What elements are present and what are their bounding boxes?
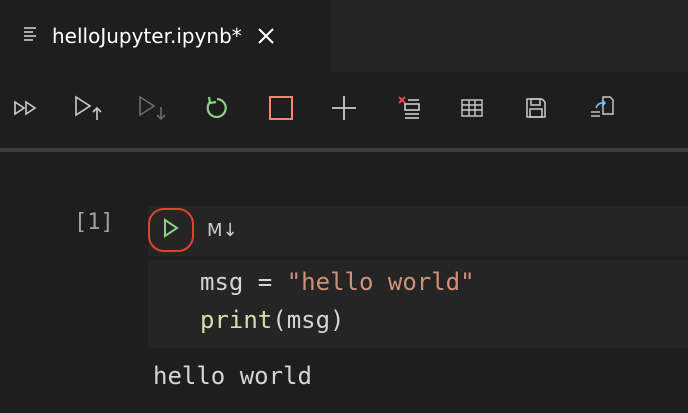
clear-outputs-button[interactable] bbox=[391, 92, 427, 128]
run-above-icon bbox=[71, 94, 105, 126]
cell-output: hello world bbox=[153, 362, 312, 390]
code-string: "hello world" bbox=[286, 268, 475, 296]
close-icon[interactable] bbox=[256, 26, 276, 46]
interrupt-kernel-button[interactable] bbox=[263, 92, 299, 128]
clear-outputs-icon bbox=[395, 94, 423, 126]
toolbar-divider bbox=[0, 148, 688, 152]
cell-type-toggle[interactable]: M↓ bbox=[207, 220, 238, 241]
tab-bar: helloJupyter.ipynb* bbox=[0, 0, 688, 72]
export-button[interactable] bbox=[584, 92, 620, 128]
notebook-file-icon bbox=[22, 25, 40, 47]
variables-button[interactable] bbox=[454, 92, 490, 128]
add-cell-button[interactable] bbox=[326, 92, 362, 128]
code-var: msg bbox=[200, 268, 244, 296]
save-button[interactable] bbox=[518, 92, 554, 128]
run-below-icon bbox=[135, 94, 169, 126]
code-line-2: print(msg) bbox=[200, 306, 345, 334]
execution-count: [1] bbox=[74, 210, 114, 235]
play-icon bbox=[161, 217, 181, 243]
run-all-button[interactable] bbox=[8, 92, 44, 128]
run-all-icon bbox=[11, 98, 41, 122]
code-line-1: msg = "hello world" bbox=[200, 268, 475, 296]
code-function: print bbox=[200, 306, 273, 334]
run-cell-button[interactable] bbox=[148, 208, 194, 252]
tab-title: helloJupyter.ipynb* bbox=[52, 24, 242, 48]
code-operator: = bbox=[243, 268, 287, 296]
run-below-button[interactable] bbox=[134, 92, 170, 128]
save-icon bbox=[524, 96, 548, 124]
table-icon bbox=[460, 97, 484, 123]
notebook-toolbar bbox=[0, 72, 688, 148]
restart-kernel-button[interactable] bbox=[199, 92, 235, 128]
tab-hellojupyter[interactable]: helloJupyter.ipynb* bbox=[0, 0, 331, 72]
code-args: (msg) bbox=[272, 306, 345, 334]
plus-icon bbox=[330, 94, 358, 126]
export-icon bbox=[588, 94, 616, 126]
restart-icon bbox=[203, 94, 231, 126]
stop-icon bbox=[268, 95, 294, 125]
run-above-button[interactable] bbox=[70, 92, 106, 128]
